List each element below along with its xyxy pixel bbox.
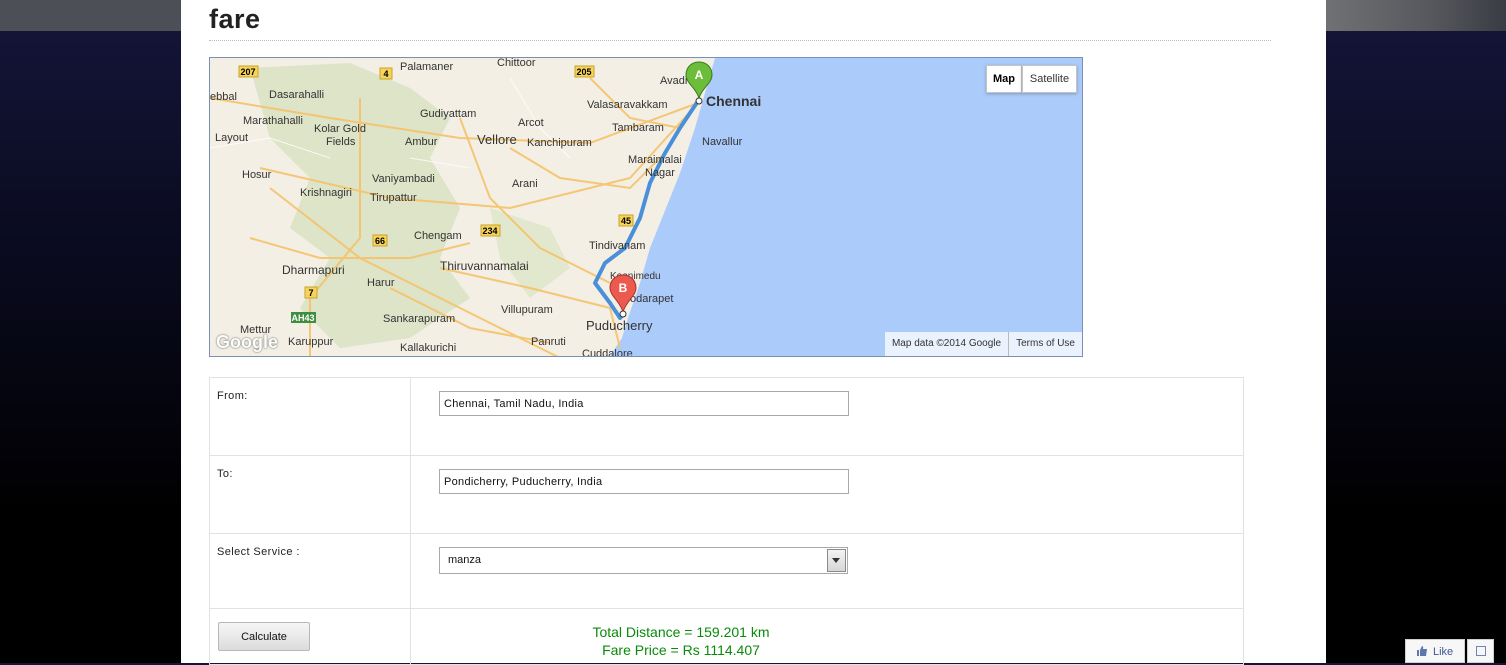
route-map[interactable]: 207 4 205 45 66 234 7 AH43 Chennai Avadi… [209, 57, 1083, 357]
fare-form: From: To: Select Service : manza Calcula… [209, 377, 1244, 665]
label-ambur: Ambur [405, 136, 438, 148]
to-row: To: [209, 455, 1244, 534]
label-arcot: Arcot [518, 117, 544, 129]
label-layout: Layout [215, 132, 248, 144]
fare-price-text: Fare Price = Rs 1114.407 [602, 642, 760, 658]
page-title: fare [209, 4, 261, 34]
map-type-map-button[interactable]: Map [986, 65, 1022, 93]
label-dasarahalli: Dasarahalli [269, 89, 324, 101]
total-distance-text: Total Distance = 159.201 km [592, 624, 770, 640]
shield-234: 234 [482, 226, 497, 236]
title-divider [209, 40, 1271, 41]
label-karuppur: Karuppur [288, 336, 334, 348]
background-band-left [0, 0, 181, 31]
result-block: Total Distance = 159.201 km Fare Price =… [486, 623, 876, 659]
label-palamaner: Palamaner [400, 61, 454, 73]
label-marathahalli: Marathahalli [243, 115, 303, 127]
label-vellore: Vellore [477, 132, 517, 147]
label-gudiyattam: Gudiyattam [420, 108, 476, 120]
terrain-green-2 [490, 208, 570, 298]
facebook-like-button[interactable]: Like [1405, 639, 1465, 663]
label-kolar-gold: Kolar Gold [314, 123, 366, 135]
content-panel: fare 207 4 205 45 66 234 7 AH43 Chennai … [181, 0, 1326, 665]
label-tindivanam: Tindivanam [589, 240, 645, 252]
label-arani: Arani [512, 178, 538, 190]
shield-45: 45 [621, 216, 631, 226]
label-navallur: Navallur [702, 136, 743, 148]
service-select[interactable]: manza [439, 547, 848, 574]
marker-a-label: A [695, 68, 704, 82]
label-vaniyambadi: Vaniyambadi [372, 173, 435, 185]
sea-area [610, 58, 1082, 356]
map-canvas[interactable]: 207 4 205 45 66 234 7 AH43 Chennai Avadi… [210, 58, 1082, 356]
label-chennai: Chennai [706, 93, 761, 109]
label-krishnagiri: Krishnagiri [300, 187, 352, 199]
label-panruti: Panruti [531, 336, 566, 348]
label-villupuram: Villupuram [501, 304, 553, 316]
shield-7: 7 [308, 288, 313, 298]
map-attribution-bar: Map data ©2014 Google Terms of Use [884, 332, 1082, 356]
label-chittoor: Chittoor [497, 58, 536, 69]
label-nagar: Nagar [645, 167, 675, 179]
thumbs-up-icon [1417, 646, 1427, 656]
label-maraimalai: Maraimalai [628, 154, 682, 166]
label-hosur: Hosur [242, 169, 272, 181]
to-input[interactable] [439, 469, 849, 494]
like-label: Like [1433, 646, 1454, 658]
label-cuddalore: Cuddalore [582, 348, 633, 356]
label-tirupattur: Tirupattur [370, 192, 417, 204]
map-type-satellite-button[interactable]: Satellite [1022, 65, 1077, 93]
map-attribution: Map data ©2014 Google [891, 338, 1002, 349]
label-kallakurichi: Kallakurichi [400, 342, 456, 354]
google-logo[interactable]: Google [216, 332, 278, 353]
calculate-row: Calculate Total Distance = 159.201 km Fa… [209, 608, 1244, 665]
from-row: From: [209, 377, 1244, 456]
marker-b-label: B [619, 281, 628, 295]
shield-ah43: AH43 [291, 313, 314, 323]
service-label: Select Service : [209, 533, 411, 609]
chevron-down-icon[interactable] [827, 549, 846, 572]
label-tambaram: Tambaram [612, 122, 664, 134]
from-input[interactable] [439, 391, 849, 416]
shield-4: 4 [383, 69, 388, 79]
label-thiruvannamalai: Thiruvannamalai [440, 259, 529, 273]
label-avadi: Avadi [660, 75, 687, 87]
to-label: To: [209, 455, 411, 534]
share-box-icon[interactable] [1467, 639, 1494, 663]
label-ebbal: ebbal [210, 91, 237, 103]
label-kanchipuram: Kanchipuram [527, 137, 592, 149]
label-sankarapuram: Sankarapuram [383, 313, 455, 325]
shield-205: 205 [576, 67, 591, 77]
calculate-button[interactable]: Calculate [218, 622, 310, 651]
from-label: From: [209, 377, 411, 456]
label-dharmapuri: Dharmapuri [282, 263, 345, 277]
label-odarapet: odarapet [630, 293, 673, 305]
label-fields: Fields [326, 136, 356, 148]
service-selected-value: manza [448, 554, 482, 566]
label-chengam: Chengam [414, 230, 462, 242]
label-harur: Harur [367, 277, 395, 289]
terms-of-use-link[interactable]: Terms of Use [1008, 332, 1082, 356]
service-row: Select Service : manza [209, 533, 1244, 609]
background-band-right [1326, 0, 1506, 31]
shield-207: 207 [240, 67, 255, 77]
label-puducherry: Puducherry [586, 318, 653, 333]
label-valasaravakkam: Valasaravakkam [587, 99, 668, 111]
shield-66: 66 [375, 236, 385, 246]
